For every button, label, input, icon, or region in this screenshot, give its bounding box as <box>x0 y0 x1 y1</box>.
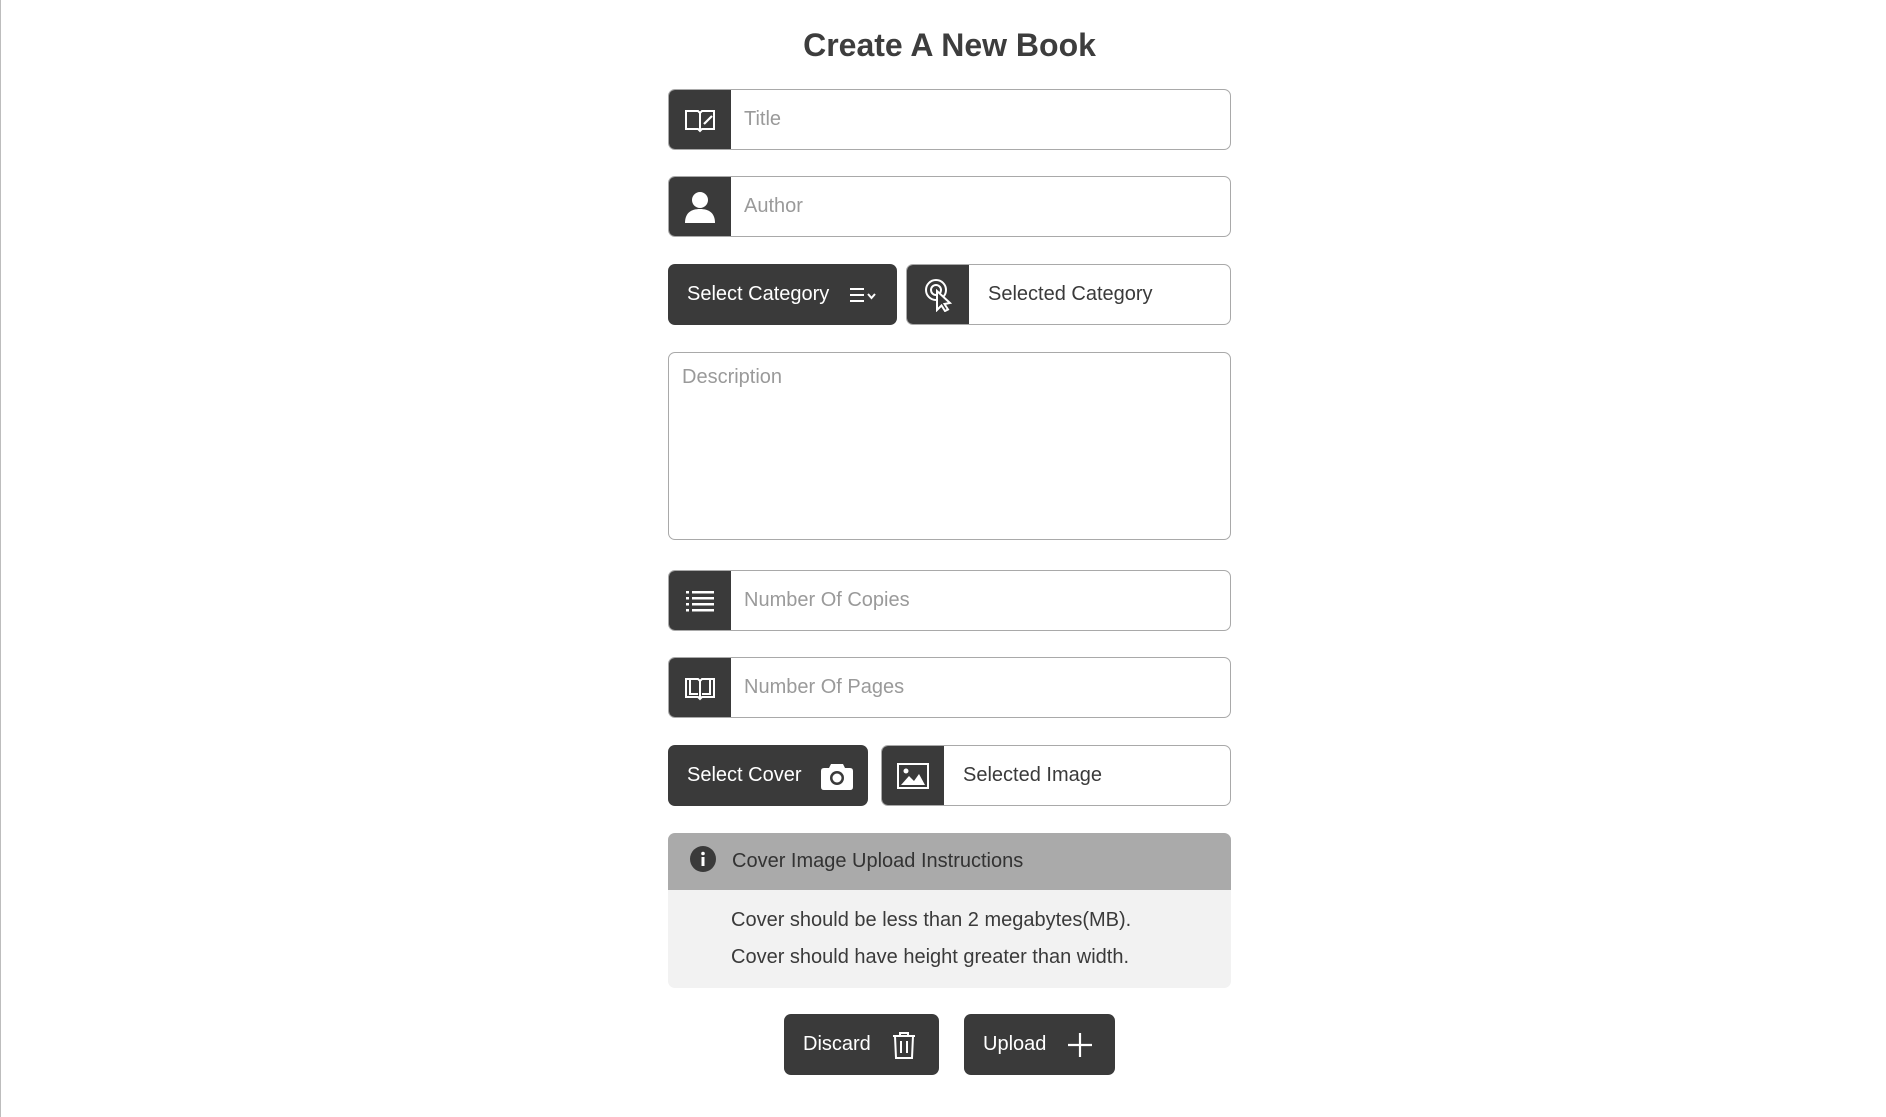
selected-category-text: Selected Category <box>988 283 1153 305</box>
upload-label: Upload <box>983 1033 1047 1055</box>
select-cover-label: Select Cover <box>687 764 802 786</box>
selected-category-group: Selected Category <box>906 264 1231 325</box>
selected-image-text: Selected Image <box>963 764 1102 786</box>
copies-input-group <box>668 570 1231 631</box>
cover-instructions-title: Cover Image Upload Instructions <box>732 850 1024 872</box>
select-category-label: Select Category <box>687 283 830 305</box>
user-icon <box>669 177 731 236</box>
discard-button[interactable]: Discard <box>784 1014 939 1075</box>
list-chevron-icon <box>849 286 877 304</box>
trash-icon <box>892 1031 916 1059</box>
upload-button[interactable]: Upload <box>964 1014 1115 1075</box>
image-icon <box>882 746 944 805</box>
author-input-group <box>668 176 1231 237</box>
info-icon <box>689 845 717 878</box>
cover-instructions-body: Cover should be less than 2 megabytes(MB… <box>668 890 1231 976</box>
description-textarea[interactable] <box>668 352 1231 540</box>
list-icon <box>669 571 731 630</box>
discard-label: Discard <box>803 1033 871 1055</box>
instruction-line: Cover should be less than 2 megabytes(MB… <box>731 909 1132 931</box>
open-book-icon <box>669 658 731 717</box>
select-cover-button[interactable]: Select Cover <box>668 745 868 806</box>
page-title: Create A New Book <box>803 27 1096 63</box>
selected-image-group: Selected Image <box>881 745 1231 806</box>
camera-icon <box>820 762 853 790</box>
instruction-line: Cover should have height greater than wi… <box>731 946 1130 968</box>
cover-instructions-panel: Cover Image Upload Instructions Cover sh… <box>668 833 1231 988</box>
select-category-button[interactable]: Select Category <box>668 264 897 325</box>
author-input[interactable] <box>731 177 1230 236</box>
pages-input[interactable] <box>731 658 1230 717</box>
page: Create A New Book Title Author Select Ca… <box>0 0 1886 1117</box>
pointer-click-icon <box>907 265 969 324</box>
cover-instructions-header: Cover Image Upload Instructions <box>668 833 1231 890</box>
title-input-group <box>668 89 1231 150</box>
pages-input-group <box>668 657 1231 718</box>
copies-input[interactable] <box>731 571 1230 630</box>
title-input[interactable] <box>731 90 1230 149</box>
book-edit-icon <box>669 90 731 149</box>
plus-icon <box>1067 1032 1093 1058</box>
